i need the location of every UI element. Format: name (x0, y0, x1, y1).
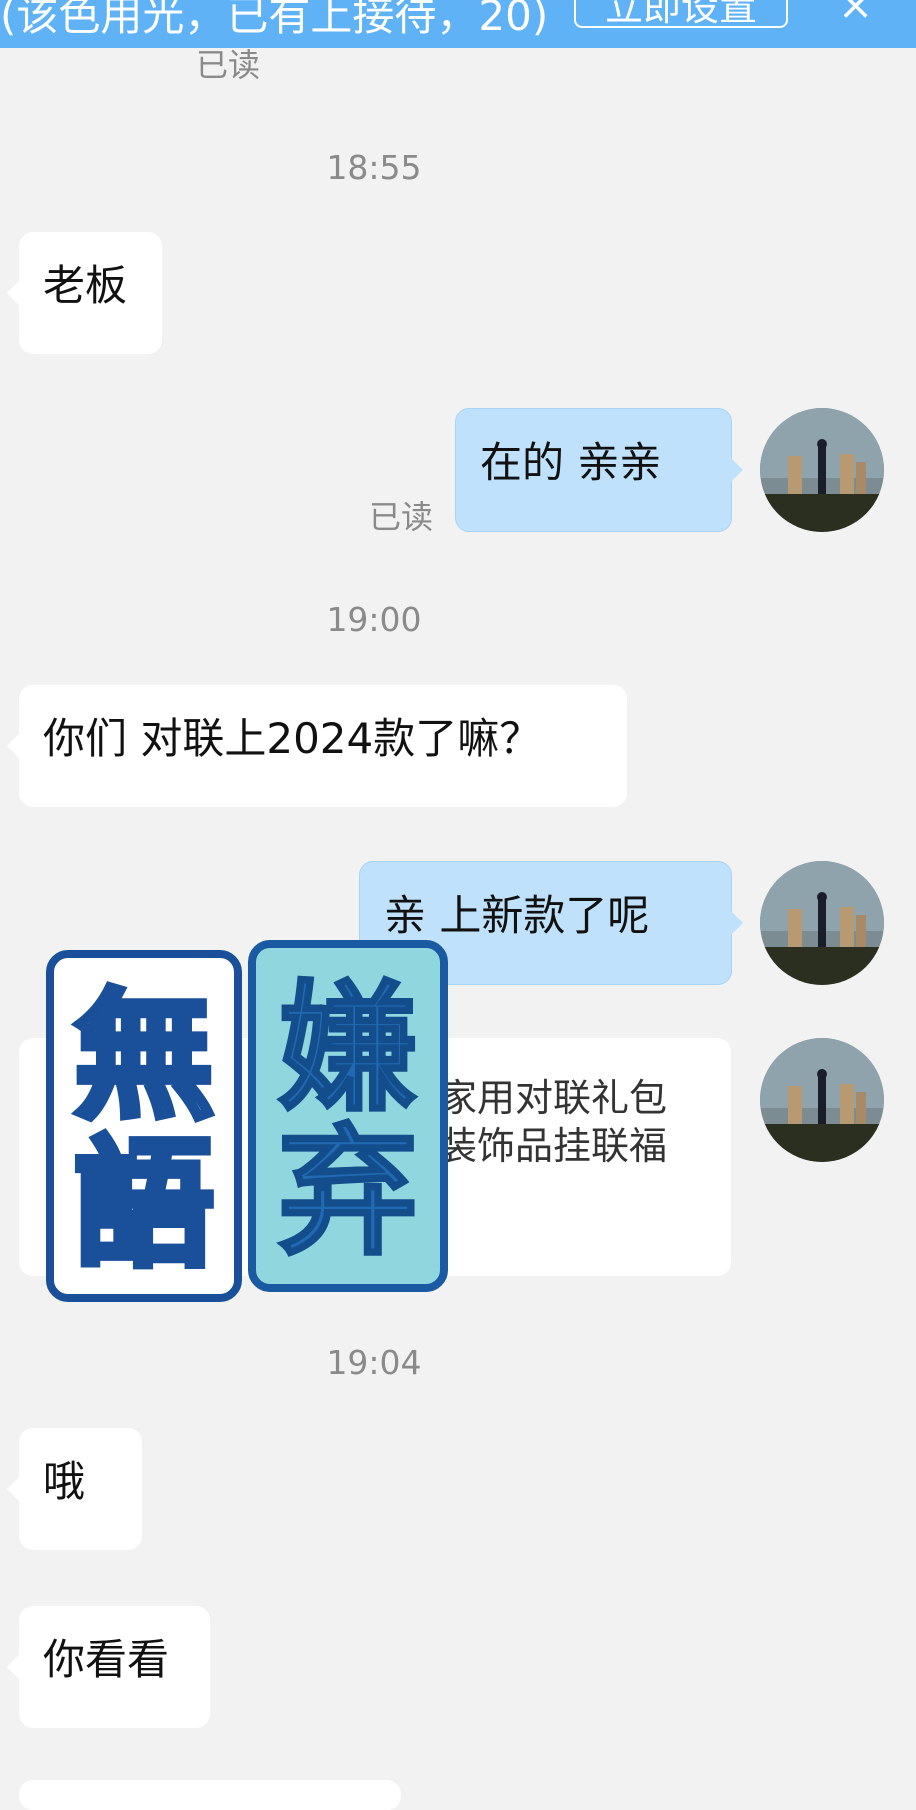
sticker-char: 嫌 (276, 968, 419, 1131)
message-text: 亲 上新款了呢 (384, 891, 650, 940)
incoming-message[interactable]: 你看看 (7, 1606, 210, 1728)
incoming-message[interactable]: 哦 (7, 1428, 142, 1550)
sticker-char: 無 (71, 976, 217, 1139)
read-receipt: 已读 (196, 46, 261, 84)
sticker-char: 語 (71, 1124, 217, 1287)
banner-setup-button[interactable]: 立即设置 (574, 0, 788, 28)
user-avatar[interactable] (760, 1038, 884, 1162)
outgoing-message[interactable]: 在的 亲亲 (455, 408, 743, 532)
message-text: 你们 对联上2024款了嘛？ (43, 714, 542, 763)
close-icon[interactable]: × (838, 0, 873, 29)
sticker-char: 弃 (276, 1112, 419, 1275)
message-text: 你看看 (43, 1635, 170, 1684)
timestamp: 19:04 (326, 1343, 422, 1382)
user-avatar[interactable] (760, 861, 884, 985)
avatar-photo-icon (760, 861, 884, 985)
timestamp: 19:00 (326, 600, 422, 639)
incoming-message[interactable] (19, 1780, 401, 1810)
avatar-photo-icon (760, 1038, 884, 1162)
incoming-message[interactable]: 你们 对联上2024款了嘛？ (7, 685, 627, 807)
user-avatar[interactable] (760, 408, 884, 532)
incoming-message[interactable]: 老板 (7, 232, 162, 354)
read-receipt: 已读 (369, 498, 434, 536)
avatar-photo-icon (760, 408, 884, 532)
sticker-disgusted: 嫌 弃 (248, 940, 448, 1292)
timestamp: 18:55 (326, 148, 422, 187)
notice-banner: (该色用光，已有上接待，20) 立即设置 × (0, 0, 916, 48)
sticker-speechless: 無 語 (46, 950, 242, 1302)
message-text: 在的 亲亲 (480, 438, 662, 487)
product-title: 家用对联礼包 装饰品挂联福 (439, 1076, 668, 1168)
message-text: 老板 (43, 261, 128, 310)
message-text: 哦 (43, 1457, 86, 1506)
banner-text: (该色用光，已有上接待，20) (0, 0, 549, 40)
